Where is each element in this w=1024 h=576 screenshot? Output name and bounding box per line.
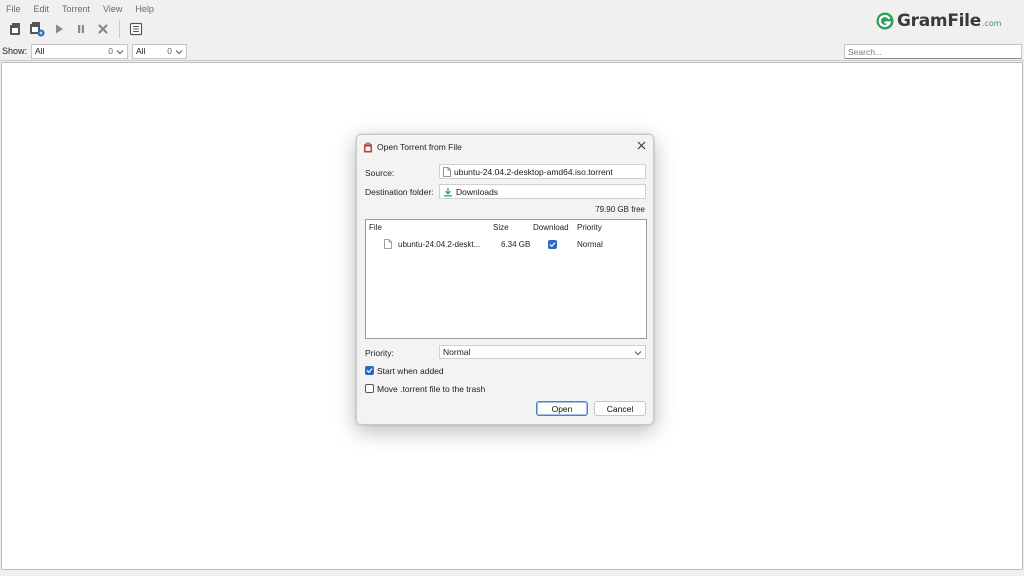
status-bar bbox=[0, 571, 1024, 576]
tracker-filter-value: All bbox=[136, 46, 146, 56]
file-size-cell: 6.34 GB bbox=[501, 240, 531, 249]
column-header-priority[interactable]: Priority bbox=[577, 223, 602, 232]
remove-icon bbox=[98, 24, 108, 34]
priority-select[interactable]: Normal bbox=[439, 345, 646, 359]
activity-filter-count: 0 bbox=[108, 46, 114, 56]
transmission-app-icon bbox=[364, 142, 372, 152]
column-header-download[interactable]: Download bbox=[533, 223, 569, 232]
open-button[interactable]: Open bbox=[536, 401, 588, 416]
dialog-close-button[interactable] bbox=[634, 138, 648, 152]
activity-filter-value: All bbox=[35, 46, 45, 56]
tracker-filter-combo[interactable]: All 0 bbox=[132, 43, 188, 59]
free-space-label: 79.90 GB free bbox=[595, 205, 645, 214]
source-file-name: ubuntu-24.04.2-desktop-amd64.iso.torrent bbox=[454, 166, 613, 177]
file-priority-cell[interactable]: Normal bbox=[577, 240, 603, 249]
properties-button[interactable] bbox=[126, 19, 146, 39]
menu-help[interactable]: Help bbox=[135, 4, 154, 14]
open-torrent-dialog: Open Torrent from File Source: ubuntu-24… bbox=[356, 134, 654, 425]
menu-torrent[interactable]: Torrent bbox=[62, 4, 90, 14]
source-label: Source: bbox=[365, 168, 395, 178]
table-row[interactable]: ubuntu-24.04.2-deskt... 6.34 GB Normal bbox=[366, 237, 646, 251]
move-to-trash-checkbox[interactable] bbox=[365, 384, 374, 393]
menu-edit[interactable]: Edit bbox=[34, 4, 50, 14]
destination-label: Destination folder: bbox=[365, 187, 434, 197]
file-download-checkbox[interactable] bbox=[548, 240, 557, 249]
priority-label: Priority: bbox=[365, 348, 394, 358]
move-to-trash-label[interactable]: Move .torrent file to the trash bbox=[377, 384, 485, 394]
pause-icon bbox=[78, 25, 84, 33]
properties-icon bbox=[129, 22, 143, 36]
start-icon bbox=[56, 24, 63, 34]
show-label: Show: bbox=[2, 46, 28, 56]
close-icon bbox=[637, 141, 645, 149]
menu-view[interactable]: View bbox=[103, 4, 122, 14]
chevron-down-icon bbox=[634, 351, 642, 356]
pause-button[interactable] bbox=[71, 19, 91, 39]
column-header-size[interactable]: Size bbox=[493, 223, 509, 232]
menu-bar: File Edit Torrent View Help bbox=[0, 0, 1024, 17]
open-url-button[interactable] bbox=[27, 19, 47, 39]
destination-folder-name: Downloads bbox=[456, 186, 499, 197]
priority-select-value: Normal bbox=[443, 347, 471, 357]
destination-folder-chooser[interactable]: Downloads bbox=[439, 184, 646, 199]
cancel-button[interactable]: Cancel bbox=[594, 401, 646, 416]
start-when-added-label[interactable]: Start when added bbox=[377, 366, 444, 376]
file-icon bbox=[443, 166, 451, 177]
torrent-file-list[interactable]: File Size Download Priority ubuntu-24.04… bbox=[365, 219, 647, 339]
column-header-file[interactable]: File bbox=[369, 223, 382, 232]
toolbar bbox=[0, 17, 1024, 41]
checkmark-icon bbox=[549, 242, 556, 248]
open-torrent-button[interactable] bbox=[5, 19, 25, 39]
chevron-down-icon bbox=[116, 49, 124, 54]
menu-file[interactable]: File bbox=[6, 4, 21, 14]
remove-button[interactable] bbox=[93, 19, 113, 39]
dialog-title: Open Torrent from File bbox=[377, 142, 462, 152]
toolbar-separator bbox=[119, 20, 120, 38]
activity-filter-combo[interactable]: All 0 bbox=[31, 43, 129, 59]
source-file-chooser[interactable]: ubuntu-24.04.2-desktop-amd64.iso.torrent bbox=[439, 164, 646, 179]
dialog-title-bar: Open Torrent from File bbox=[363, 139, 462, 155]
download-folder-icon bbox=[444, 187, 452, 196]
open-torrent-icon bbox=[10, 23, 20, 35]
tracker-filter-count: 0 bbox=[167, 46, 173, 56]
chevron-down-icon bbox=[175, 49, 183, 54]
open-url-icon bbox=[30, 22, 45, 37]
search-input[interactable] bbox=[844, 44, 1022, 59]
start-button[interactable] bbox=[49, 19, 69, 39]
checkmark-icon bbox=[366, 368, 373, 374]
file-icon bbox=[384, 239, 392, 249]
start-when-added-checkbox[interactable] bbox=[365, 366, 374, 375]
file-name-cell: ubuntu-24.04.2-deskt... bbox=[398, 240, 481, 249]
